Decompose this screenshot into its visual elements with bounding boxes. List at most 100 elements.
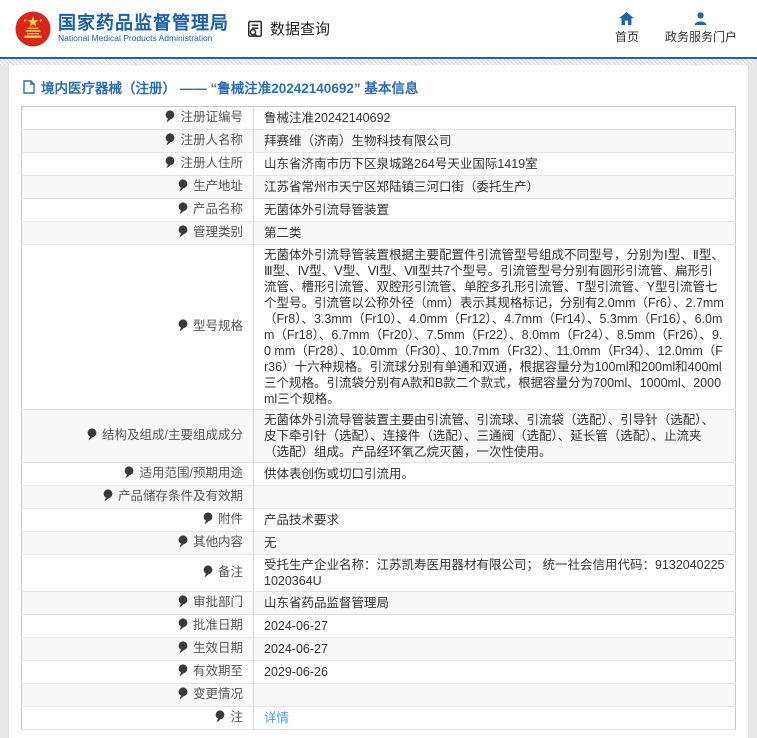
field-label: 注册人名称	[180, 133, 243, 147]
detail-link[interactable]: 详情	[264, 711, 289, 725]
field-label: 备注	[217, 565, 243, 579]
note-balloon-icon	[178, 664, 188, 681]
content-panel: 境内医疗器械（注册） —— “鲁械注准20242140692” 基本信息 注册证…	[8, 65, 749, 738]
table-row: 生效日期 2024-06-27	[21, 637, 736, 661]
data-query-tab[interactable]: 数据查询	[245, 18, 330, 39]
field-value: 山东省药品监督管理局	[264, 596, 390, 610]
field-label: 适用范围/预期用途	[139, 466, 243, 480]
table-row: 审批部门 山东省药品监督管理局	[21, 591, 736, 615]
field-label-cell: 管理类别	[21, 221, 254, 245]
table-row: 附件 产品技术要求	[21, 508, 736, 532]
field-label: 其他内容	[192, 535, 243, 549]
note-balloon-icon	[203, 512, 213, 529]
table-row: 管理类别 第二类	[21, 221, 736, 245]
table-row: 备注 受托生产企业名称：江苏凯寿医用器材有限公司； 统一社会信用代码：91320…	[21, 554, 736, 592]
nav-home[interactable]: 首页	[615, 12, 639, 45]
note-balloon-icon	[178, 641, 188, 658]
field-value: 供体表创伤或切口引流用。	[264, 467, 415, 481]
nav-portal-label: 政务服务门户	[664, 30, 737, 44]
field-value-cell: 详情	[254, 707, 736, 730]
nav-home-label: 首页	[614, 30, 639, 44]
table-row: 结构及组成/主要组成成分 无菌体外引流导管装置主要由引流管、引流球、引流袋（选配…	[21, 409, 736, 463]
field-value	[264, 688, 267, 702]
field-label-cell: 注册人名称	[21, 129, 254, 153]
table-row: 有效期至 2029-06-26	[21, 660, 736, 684]
field-label: 注	[230, 710, 243, 724]
document-icon	[23, 80, 35, 94]
field-label-cell: 变更情况	[21, 683, 254, 707]
field-label: 产品储存条件及有效期	[117, 489, 243, 503]
field-value: 产品技术要求	[264, 513, 340, 527]
field-value-cell	[254, 486, 736, 509]
field-value: 2024-06-27	[264, 619, 328, 633]
header-nav: 首页 政务服务门户	[615, 12, 745, 45]
field-value: 江苏省常州市天宁区郑陆镇三河口街（委托生产）	[264, 180, 540, 194]
note-balloon-icon	[203, 565, 213, 582]
note-balloon-icon	[178, 687, 188, 704]
field-value-cell: 2024-06-27	[254, 638, 736, 661]
note-balloon-icon	[165, 156, 175, 173]
field-label: 有效期至	[192, 664, 243, 678]
note-balloon-icon	[87, 428, 97, 445]
field-label: 产品名称	[192, 202, 243, 216]
field-label: 附件	[217, 512, 243, 526]
field-value: 拜赛维（济南）生物科技有限公司	[264, 134, 452, 148]
field-value-cell: 2029-06-26	[254, 661, 736, 684]
table-row: 生产地址 江苏省常州市天宁区郑陆镇三河口街（委托生产）	[21, 175, 736, 199]
field-label-cell: 注册人住所	[21, 152, 254, 176]
note-balloon-icon	[178, 319, 188, 336]
field-value: 无菌体外引流导管装置根据主要配置件引流管型号组成不同型号，分别为Ⅰ型、Ⅱ型、Ⅲ型…	[264, 248, 724, 406]
table-row: 其他内容 无	[21, 531, 736, 555]
breadcrumb-text: 境内医疗器械（注册） —— “鲁械注准20242140692” 基本信息	[41, 81, 419, 96]
note-balloon-icon	[103, 489, 113, 506]
field-value: 受托生产企业名称：江苏凯寿医用器材有限公司； 统一社会信用代码：91320402…	[264, 558, 725, 588]
table-row: 适用范围/预期用途 供体表创伤或切口引流用。	[21, 462, 736, 486]
registration-info-table: 注册证编号 鲁械注准20242140692 注册人名称 拜赛维（济南）生物科技有…	[21, 106, 736, 730]
note-balloon-icon	[178, 595, 188, 612]
field-label: 注册人住所	[180, 156, 243, 170]
field-label-cell: 结构及组成/主要组成成分	[21, 409, 254, 463]
field-value-cell: 产品技术要求	[254, 509, 736, 532]
field-label-cell: 产品名称	[21, 198, 254, 222]
field-label: 生效日期	[192, 641, 243, 655]
breadcrumb: 境内医疗器械（注册） —— “鲁械注准20242140692” 基本信息	[9, 65, 748, 106]
field-value: 2029-06-26	[264, 665, 328, 679]
note-balloon-icon	[178, 535, 188, 552]
field-label-cell: 有效期至	[21, 660, 254, 684]
home-icon	[619, 12, 635, 25]
field-value-cell: 山东省济南市历下区泉城路264号天业国际1419室	[254, 153, 736, 176]
field-value-cell: 2024-06-27	[254, 615, 736, 638]
table-row: 注册人名称 拜赛维（济南）生物科技有限公司	[21, 129, 736, 153]
field-label: 注册证编号	[180, 110, 243, 124]
field-value: 无菌体外引流导管装置主要由引流管、引流球、引流袋（选配）、引导针（选配）、皮下牵…	[264, 413, 715, 459]
field-label-cell: 产品储存条件及有效期	[21, 485, 254, 509]
note-balloon-icon	[178, 202, 188, 219]
field-label-cell: 生产地址	[21, 175, 254, 199]
field-label-cell: 备注	[21, 554, 254, 592]
note-balloon-icon	[178, 179, 188, 196]
field-value: 山东省济南市历下区泉城路264号天业国际1419室	[264, 157, 538, 171]
nmpa-emblem-logo	[15, 11, 51, 47]
field-value-cell: 无菌体外引流导管装置主要由引流管、引流球、引流袋（选配）、引导针（选配）、皮下牵…	[254, 410, 736, 463]
field-label: 型号规格	[192, 319, 243, 333]
data-query-label: 数据查询	[270, 21, 331, 38]
table-row: 产品名称 无菌体外引流导管装置	[21, 198, 736, 222]
note-balloon-icon	[165, 133, 175, 150]
field-value-cell: 无菌体外引流导管装置根据主要配置件引流管型号组成不同型号，分别为Ⅰ型、Ⅱ型、Ⅲ型…	[254, 245, 736, 410]
field-label: 生产地址	[192, 179, 243, 193]
site-subtitle: National Medical Products Administration	[58, 33, 213, 44]
table-row: 注 详情	[21, 706, 736, 730]
note-balloon-icon	[124, 466, 134, 483]
field-value-cell: 鲁械注准20242140692	[254, 107, 736, 130]
note-balloon-icon	[178, 225, 188, 242]
field-label-cell: 适用范围/预期用途	[21, 462, 254, 486]
nav-portal[interactable]: 政务服务门户	[665, 12, 737, 45]
field-label: 变更情况	[192, 687, 243, 701]
field-label-cell: 生效日期	[21, 637, 254, 661]
table-row: 产品储存条件及有效期	[21, 485, 736, 509]
field-value: 无	[264, 536, 277, 550]
table-row: 注册证编号 鲁械注准20242140692	[21, 106, 736, 130]
field-value: 第二类	[264, 226, 302, 240]
field-value-cell: 受托生产企业名称：江苏凯寿医用器材有限公司； 统一社会信用代码：91320402…	[254, 555, 736, 592]
brand-logo-link[interactable]: 国家药品监督管理局 National Medical Products Admi…	[15, 11, 229, 47]
